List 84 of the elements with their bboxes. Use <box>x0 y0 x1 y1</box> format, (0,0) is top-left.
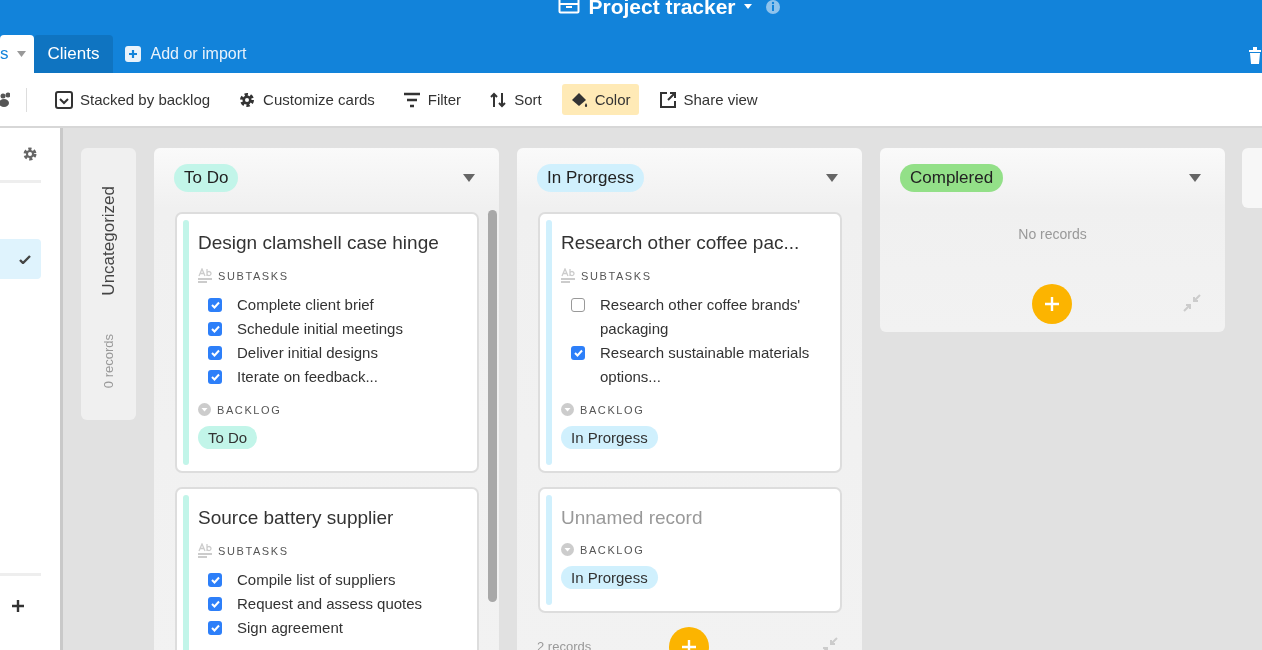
table-tab[interactable]: Clients <box>33 35 114 73</box>
card-title: Unnamed record <box>561 507 704 529</box>
text-field-icon <box>198 268 212 283</box>
check-icon <box>210 600 220 608</box>
settings-icon <box>21 146 38 162</box>
dropdown-icon <box>198 403 211 416</box>
caret-icon <box>1189 174 1201 182</box>
check-icon <box>573 349 583 357</box>
checkbox[interactable] <box>571 346 585 360</box>
card-title: Research other coffee pac... <box>561 232 801 254</box>
card-title: Design clamshell case hinge <box>198 232 440 254</box>
card-title: Source battery supplier <box>198 507 395 529</box>
subtask-text: Deliver initial designs <box>237 343 378 363</box>
subtask-text: Schedule initial meetings <box>237 319 403 339</box>
caret-icon <box>743 4 752 9</box>
plus-icon <box>682 640 696 650</box>
collapsed-stack[interactable]: Uncategorized 0 records <box>81 148 136 420</box>
collapse-icon <box>1183 294 1201 312</box>
record-count: 2 records <box>537 638 592 650</box>
empty-message: No records <box>1017 225 1088 244</box>
subtask-text: Request and assess quotes <box>237 594 423 614</box>
field-label: BACKLOG <box>580 543 645 556</box>
check-icon <box>210 624 220 632</box>
collapse-icon <box>820 637 838 650</box>
table-icon <box>558 0 581 14</box>
stack-status-tag: In Prorgess <box>537 164 644 192</box>
table-tab[interactable]: s <box>0 35 34 73</box>
status-tag: In Prorgess <box>561 426 658 449</box>
checkbox[interactable] <box>208 621 222 635</box>
share-icon <box>658 90 677 109</box>
subtask-text: Compile list of suppliers <box>237 570 396 590</box>
plus-icon <box>12 600 24 612</box>
subtask-text: Iterate on feedback... <box>237 367 378 387</box>
caret-icon <box>463 174 475 182</box>
subtask-text: Complete client brief <box>237 295 374 315</box>
check-icon <box>210 576 220 584</box>
checkbox[interactable] <box>208 597 222 611</box>
check-icon <box>210 373 220 381</box>
customize-cards-button[interactable]: Customize cards <box>230 84 383 115</box>
checkbox[interactable] <box>208 573 222 587</box>
dropdown-icon <box>561 403 574 416</box>
color-button[interactable]: Color <box>561 84 639 115</box>
field-label: SUBTASKS <box>218 269 289 282</box>
checkbox[interactable] <box>208 298 222 312</box>
plus-icon <box>1045 297 1059 311</box>
checkbox[interactable] <box>208 346 222 360</box>
subtask-text: Research sustainable materials options... <box>600 343 811 387</box>
stack-status-tag: To Do <box>174 164 239 192</box>
check-icon <box>19 254 31 264</box>
stacked-by-button[interactable]: Stacked by backlog <box>47 84 219 115</box>
plus-icon <box>125 46 142 62</box>
text-field-icon <box>561 268 575 283</box>
subtask-text: Research other coffee brands' packaging <box>600 295 802 339</box>
filter-button[interactable]: Filter <box>394 84 470 115</box>
check-icon <box>210 325 220 333</box>
status-tag: In Prorgess <box>561 566 658 589</box>
text-field-icon <box>198 543 212 558</box>
trash-icon <box>1248 47 1262 64</box>
settings-icon <box>238 90 257 109</box>
people-icon <box>0 92 10 107</box>
checkbox[interactable] <box>571 298 585 312</box>
sort-icon <box>489 90 508 109</box>
field-label: SUBTASKS <box>218 544 289 557</box>
caret-icon <box>16 51 26 57</box>
field-label: SUBTASKS <box>581 269 652 282</box>
scrollbar[interactable] <box>488 210 497 602</box>
status-tag: To Do <box>198 426 258 449</box>
checkbox-icon <box>55 90 73 109</box>
check-icon <box>210 301 220 309</box>
checkbox[interactable] <box>208 322 222 336</box>
field-label: BACKLOG <box>580 403 645 416</box>
filter-icon <box>402 90 421 109</box>
sort-button[interactable]: Sort <box>481 84 550 115</box>
record-count: 0 records <box>101 333 116 388</box>
stack-title: Uncategorized <box>98 186 119 296</box>
check-icon <box>210 349 220 357</box>
dropdown-icon <box>561 543 574 556</box>
checkbox[interactable] <box>208 370 222 384</box>
stack-status-tag: Complered <box>900 164 1004 192</box>
caret-icon <box>826 174 838 182</box>
subtask-text: Sign agreement <box>237 618 343 638</box>
add-table-button[interactable]: Add or import <box>113 35 259 73</box>
share-view-button[interactable]: Share view <box>650 84 766 115</box>
field-label: BACKLOG <box>217 403 282 416</box>
